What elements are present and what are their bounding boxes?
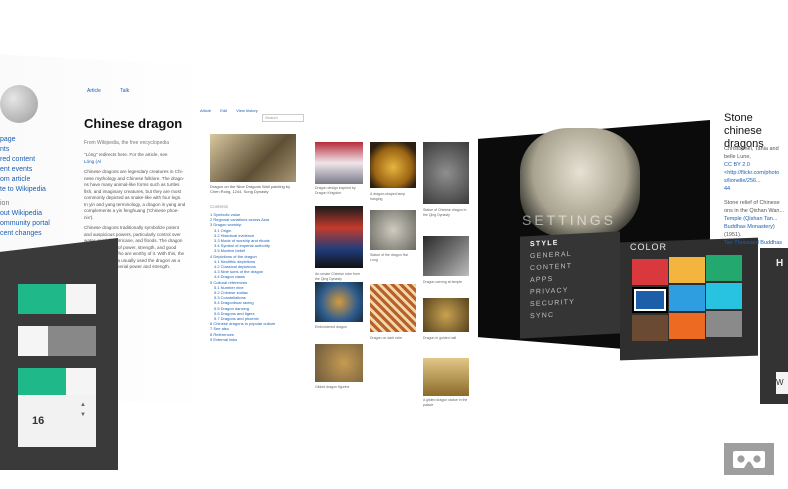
- table-of-contents: 1 Symbolic value 2 Regional variations a…: [210, 212, 275, 342]
- toggle-switch[interactable]: [18, 284, 96, 314]
- description-line: Stone relief of Chinese: [724, 200, 780, 206]
- dragon-painting-image[interactable]: [210, 134, 296, 182]
- chevron-down-icon[interactable]: ▼: [80, 410, 86, 420]
- tab-talk[interactable]: Talk: [120, 88, 129, 94]
- wiki-tabs: Article Talk: [87, 88, 147, 94]
- image-description: Christophel, Tania and belle Lune, CC BY…: [724, 145, 788, 247]
- tab-edit[interactable]: Edit: [220, 108, 227, 113]
- color-swatch[interactable]: [669, 257, 705, 283]
- stepper-value: 16: [32, 415, 45, 427]
- menu-item-general[interactable]: GENERAL: [530, 251, 572, 260]
- source-link[interactable]: <http://flickr.com/photo: [724, 169, 788, 177]
- toggle-on-indicator: [18, 284, 66, 314]
- color-swatch[interactable]: [706, 283, 742, 309]
- tab-read[interactable]: Article: [200, 108, 211, 113]
- contents-link[interactable]: 9 External links: [210, 337, 275, 342]
- gallery-thumbnail[interactable]: [423, 236, 469, 276]
- tab-article[interactable]: Article: [87, 88, 101, 94]
- tab-history[interactable]: View history: [236, 108, 258, 113]
- gallery-caption: Dragon in golden hall: [423, 336, 457, 340]
- color-swatch[interactable]: [632, 315, 668, 341]
- image-caption: Dragon on the Nine Dragons Wall painting…: [210, 184, 291, 194]
- wikipedia-logo-icon[interactable]: [0, 85, 38, 123]
- chevron-up-icon[interactable]: ▲: [80, 400, 86, 410]
- vr-mode-button[interactable]: [724, 443, 774, 475]
- gallery-thumbnail[interactable]: [423, 298, 469, 332]
- color-swatch[interactable]: [632, 259, 668, 285]
- gallery-thumbnail[interactable]: [423, 142, 469, 204]
- gallery-caption: Dragon on dark robe: [370, 336, 403, 340]
- settings-menu: STYLE GENERAL CONTENT APPS PRIVACY SECUR…: [520, 231, 620, 339]
- gallery-caption: Dragon carving at temple: [423, 280, 463, 284]
- source-link[interactable]: 44: [724, 185, 788, 193]
- partial-letter: W: [776, 378, 784, 387]
- description-line: (1951).: [724, 232, 742, 238]
- sidebar-link[interactable]: ommunity portal: [0, 219, 50, 229]
- page-subtitle: From Wikipedia, the free encyclopedia: [84, 140, 170, 146]
- description-link[interactable]: Temple (Qishan Tan...: [724, 215, 788, 223]
- description-line: Christophel, Tania and: [724, 146, 779, 152]
- menu-item-apps[interactable]: APPS: [530, 276, 553, 284]
- color-swatch[interactable]: [706, 255, 742, 281]
- toggle-switch[interactable]: [18, 326, 96, 356]
- menu-item-content[interactable]: CONTENT: [530, 263, 572, 272]
- toggle-on-indicator: [18, 368, 66, 398]
- gallery-caption: A gilded dragon statue in the palace: [423, 398, 468, 407]
- sidebar-link[interactable]: page: [0, 135, 50, 145]
- source-link[interactable]: s/lionelle/256...: [724, 177, 788, 185]
- gallery-caption: Statue of Chinese dragon in the Qing Dyn…: [423, 208, 467, 217]
- description-line: belle Lune,: [724, 154, 751, 160]
- color-swatch[interactable]: [632, 287, 668, 313]
- article-tabs: Article Edit View history: [200, 108, 266, 113]
- gallery-thumbnail[interactable]: [315, 282, 363, 322]
- panel-heading: H: [776, 258, 784, 269]
- stepper-arrows: ▲ ▼: [80, 400, 86, 420]
- sidebar-link[interactable]: te to Wikipedia: [0, 185, 50, 195]
- contents-title: Contents: [210, 204, 229, 209]
- description-link[interactable]: Tan Thousand Buddhas: [724, 239, 788, 247]
- sidebar-link[interactable]: nts: [0, 145, 50, 155]
- wiki-sidebar: page nts red content ent events om artic…: [0, 135, 50, 239]
- gallery-thumbnail[interactable]: [370, 142, 416, 188]
- description-link[interactable]: Buddhas Monastery): [724, 223, 788, 231]
- gallery-thumbnail[interactable]: [370, 210, 416, 250]
- description-line: ons in the Qishan Wan...: [724, 208, 785, 214]
- color-panel-title: COLOR: [630, 242, 668, 252]
- menu-item-sync[interactable]: SYNC: [530, 312, 554, 320]
- sidebar-link[interactable]: ent events: [0, 165, 50, 175]
- gallery-thumbnail[interactable]: [315, 142, 363, 184]
- sidebar-link[interactable]: out Wikipedia: [0, 209, 50, 219]
- gallery-caption: A dragon-shaped lamp hanging: [370, 192, 406, 201]
- sidebar-link[interactable]: cent changes: [0, 229, 50, 239]
- gallery-thumbnail[interactable]: [315, 344, 363, 382]
- gallery-thumbnail[interactable]: [423, 358, 469, 396]
- toggle-switch[interactable]: [18, 368, 96, 398]
- gallery-caption: Dragon design inspired by Dragon Kingdom: [315, 186, 356, 195]
- menu-item-style[interactable]: STYLE: [530, 240, 559, 248]
- search-input[interactable]: Search: [262, 114, 304, 122]
- toggle-off-indicator: [48, 326, 96, 356]
- gallery-thumbnail[interactable]: [315, 206, 363, 268]
- color-swatch[interactable]: [669, 285, 705, 311]
- gallery-caption: An ornate Chinese robe from the Qing Dyn…: [315, 272, 360, 281]
- sidebar-link[interactable]: om article: [0, 175, 50, 185]
- sidebar-heading: ion: [0, 200, 10, 207]
- gallery-caption: Gilded dragon figurine: [315, 385, 350, 389]
- page-title: Chinese dragon: [84, 116, 183, 131]
- menu-item-privacy[interactable]: PRIVACY: [530, 287, 569, 296]
- partial-control[interactable]: W: [776, 372, 788, 394]
- cardboard-vr-icon: [733, 451, 765, 468]
- menu-item-security[interactable]: SECURITY: [530, 299, 575, 308]
- settings-watermark: SETTINGS: [522, 212, 617, 228]
- license-link[interactable]: CC BY 2.0: [724, 161, 788, 169]
- sidebar-link[interactable]: red content: [0, 155, 50, 165]
- gallery-thumbnail[interactable]: [370, 284, 416, 332]
- color-swatch[interactable]: [669, 313, 705, 339]
- color-swatch[interactable]: [706, 311, 742, 337]
- gallery-caption: Embroidered dragon: [315, 325, 347, 329]
- gallery-caption: Statue of the dragon Hai Long: [370, 253, 408, 262]
